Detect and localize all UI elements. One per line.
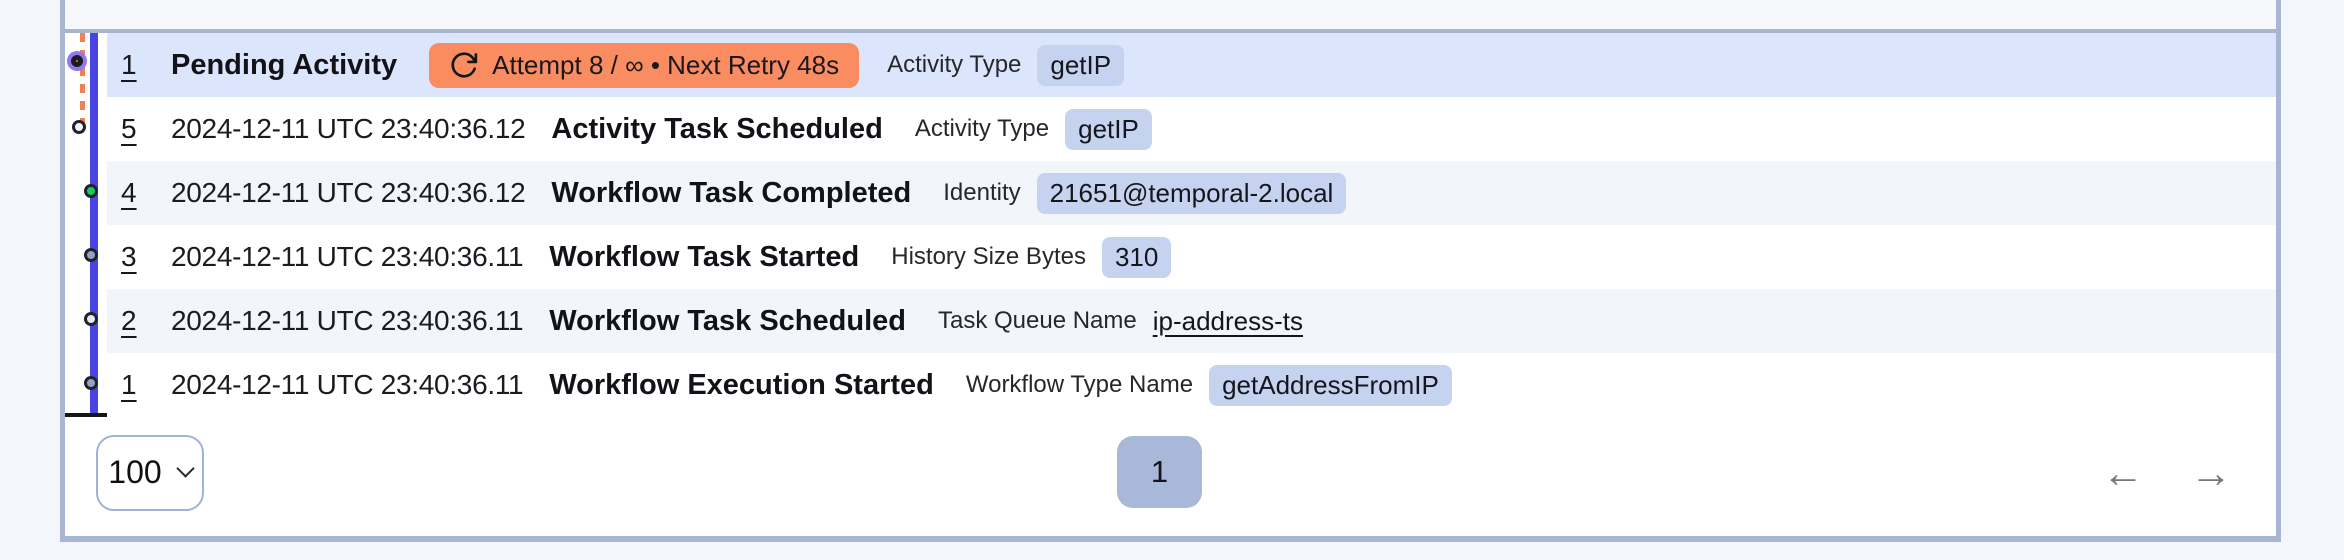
event-row-workflow-execution-started[interactable]: 1 2024-12-11 UTC 23:40:36.11 Workflow Ex…: [107, 353, 2276, 417]
attribute-label: Activity Type: [914, 115, 1050, 142]
attribute-value-badge: getIP: [1037, 44, 1125, 86]
attribute-value-badge: getIP: [1065, 108, 1152, 150]
table-header-strip: [65, 0, 2276, 33]
event-history-table: 1 Pending Activity Attempt 8 / ∞ • Next …: [65, 33, 2276, 417]
attribute-label: Task Queue Name: [937, 307, 1137, 334]
timeline-line: [90, 33, 98, 413]
page-size-value: 100: [108, 454, 162, 490]
event-name: Activity Task Scheduled: [551, 112, 883, 145]
pending-activity-marker-icon: [71, 55, 83, 67]
attribute-value-badge: getAddressFromIP: [1209, 364, 1452, 406]
pagination-bar: 100 1 ← →: [65, 417, 2276, 528]
event-marker-completed-icon: [84, 184, 98, 198]
event-id-link[interactable]: 4: [121, 177, 171, 209]
event-row-workflow-task-scheduled[interactable]: 2 2024-12-11 UTC 23:40:36.11 Workflow Ta…: [107, 289, 2276, 353]
event-rows: 1 Pending Activity Attempt 8 / ∞ • Next …: [107, 33, 2276, 417]
page-size-select[interactable]: 100: [96, 434, 204, 511]
event-timestamp: 2024-12-11 UTC 23:40:36.11: [171, 241, 524, 272]
event-name: Workflow Task Scheduled: [549, 304, 906, 337]
event-timestamp: 2024-12-11 UTC 23:40:36.11: [171, 305, 524, 336]
retry-attempt-text: Attempt 8 / ∞ • Next Retry 48s: [492, 49, 840, 80]
event-marker-icon: [84, 376, 98, 390]
event-row-workflow-task-completed[interactable]: 4 2024-12-11 UTC 23:40:36.12 Workflow Ta…: [107, 161, 2276, 225]
retry-connector-line: [80, 33, 85, 133]
event-row-activity-task-scheduled[interactable]: 5 2024-12-11 UTC 23:40:36.12 Activity Ta…: [107, 97, 2276, 161]
attribute-value-badge: 21651@temporal-2.local: [1036, 172, 1347, 214]
event-marker-icon: [84, 248, 98, 262]
event-name: Workflow Execution Started: [549, 368, 934, 401]
event-marker-icon: [84, 312, 98, 326]
event-row-workflow-task-started[interactable]: 3 2024-12-11 UTC 23:40:36.11 Workflow Ta…: [107, 225, 2276, 289]
pagination-arrows: ← →: [2102, 417, 2232, 528]
attribute-label: History Size Bytes: [891, 243, 1086, 270]
event-timestamp: 2024-12-11 UTC 23:40:36.11: [171, 369, 524, 400]
task-queue-link[interactable]: ip-address-ts: [1153, 306, 1303, 337]
page-1-button[interactable]: 1: [1117, 436, 1202, 508]
event-history-panel: 1 Pending Activity Attempt 8 / ∞ • Next …: [60, 0, 2281, 542]
event-id-link[interactable]: 2: [121, 305, 171, 337]
attribute-label: Activity Type: [887, 51, 1022, 78]
retry-attempt-badge: Attempt 8 / ∞ • Next Retry 48s: [429, 42, 860, 88]
retry-icon: [449, 50, 479, 80]
attribute-label: Workflow Type Name: [965, 371, 1194, 398]
event-timestamp: 2024-12-11 UTC 23:40:36.12: [171, 113, 526, 144]
event-timestamp: 2024-12-11 UTC 23:40:36.12: [171, 177, 526, 208]
event-marker-icon: [72, 120, 86, 134]
event-row-pending-activity[interactable]: 1 Pending Activity Attempt 8 / ∞ • Next …: [107, 33, 2276, 97]
event-name: Workflow Task Completed: [551, 176, 912, 209]
event-id-link[interactable]: 5: [121, 113, 171, 145]
prev-page-arrow[interactable]: ←: [2102, 451, 2144, 494]
chevron-down-icon: [175, 459, 195, 478]
event-name: Pending Activity: [171, 48, 398, 81]
next-page-arrow[interactable]: →: [2190, 451, 2232, 494]
attribute-value-badge: 310: [1101, 236, 1172, 278]
attribute-label: Identity: [943, 179, 1021, 206]
event-id-link[interactable]: 3: [121, 241, 171, 273]
event-name: Workflow Task Started: [549, 240, 860, 273]
event-id-link[interactable]: 1: [121, 369, 171, 401]
event-id-link[interactable]: 1: [121, 49, 171, 81]
